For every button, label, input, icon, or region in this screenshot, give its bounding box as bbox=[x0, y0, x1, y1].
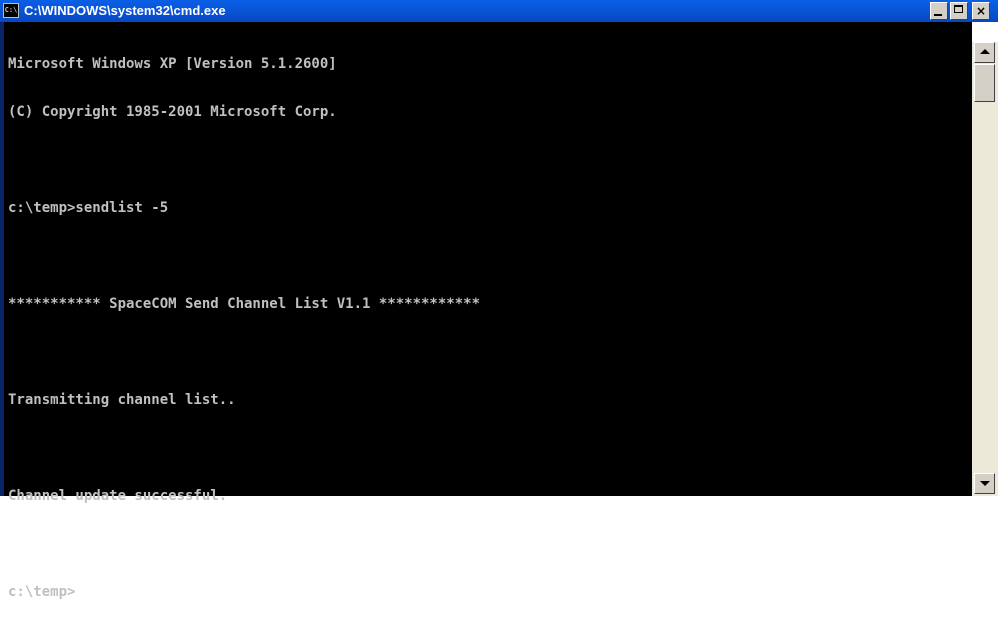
console-prompt: c:\temp> bbox=[8, 584, 76, 600]
scroll-down-button[interactable] bbox=[974, 473, 995, 494]
cmd-window: C:\ C:\WINDOWS\system32\cmd.exe × Micros… bbox=[0, 0, 998, 600]
close-icon: × bbox=[975, 4, 987, 18]
title-bar[interactable]: C:\ C:\WINDOWS\system32\cmd.exe × bbox=[0, 0, 998, 22]
console-line: *********** SpaceCOM Send Channel List V… bbox=[8, 296, 481, 312]
console-line: (C) Copyright 1985-2001 Microsoft Corp. bbox=[8, 104, 337, 120]
console-line: Transmitting channel list.. bbox=[8, 392, 236, 408]
cmd-console-icon[interactable]: C:\ bbox=[3, 3, 19, 18]
close-button[interactable]: × bbox=[972, 2, 990, 20]
window-title: C:\WINDOWS\system32\cmd.exe bbox=[24, 3, 226, 18]
console-line: Microsoft Windows XP [Version 5.1.2600] bbox=[8, 56, 337, 72]
scrollbar-top-gap bbox=[972, 22, 998, 42]
scroll-thumb[interactable] bbox=[974, 64, 995, 102]
maximize-button[interactable] bbox=[950, 2, 968, 20]
scroll-up-button[interactable] bbox=[974, 42, 995, 63]
console-line: Channel update successful. bbox=[8, 488, 228, 504]
minimize-button[interactable] bbox=[930, 2, 948, 20]
console-output[interactable]: Microsoft Windows XP [Version 5.1.2600] … bbox=[4, 22, 972, 600]
console-line: c:\temp>sendlist -5 bbox=[8, 200, 169, 216]
vertical-scrollbar[interactable] bbox=[972, 22, 998, 496]
